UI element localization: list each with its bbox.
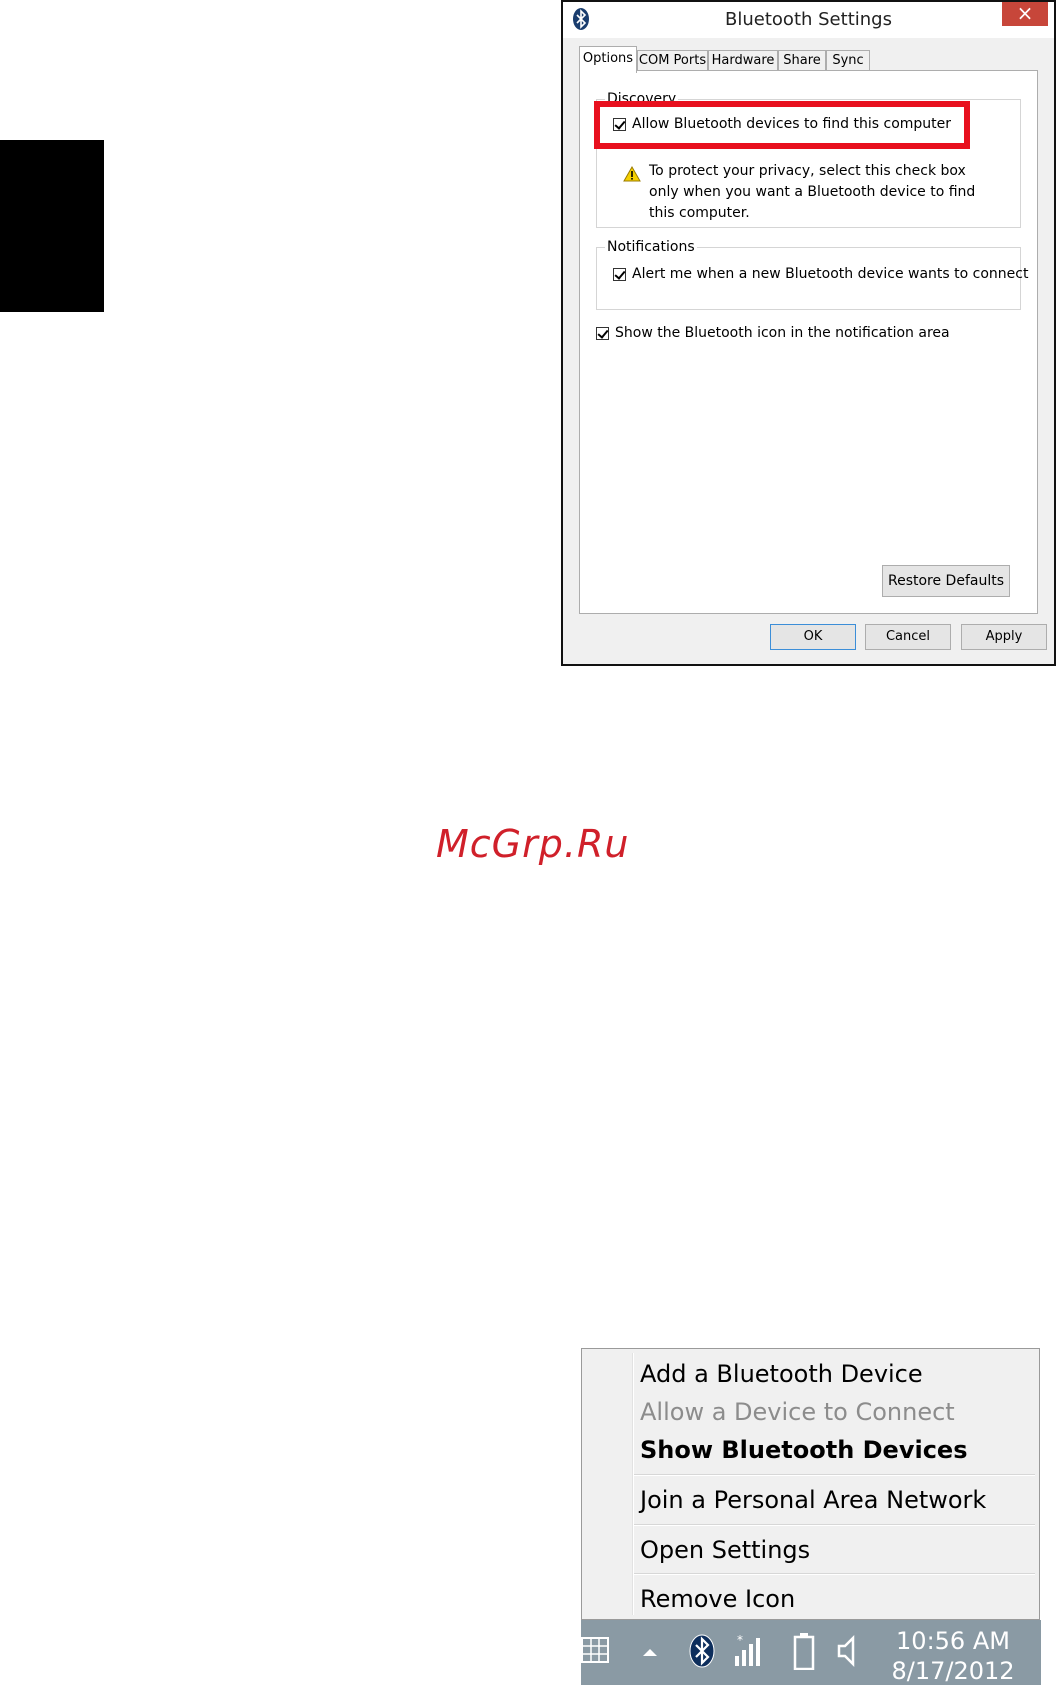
restore-defaults-button[interactable]: Restore Defaults xyxy=(882,565,1010,597)
alert-new-device-checkbox[interactable]: Alert me when a new Bluetooth device wan… xyxy=(613,266,1028,282)
show-hidden-icons-arrow-icon[interactable] xyxy=(641,1646,659,1658)
checkbox-checked[interactable] xyxy=(613,267,626,281)
clock-time: 10:56 AM xyxy=(896,1627,1010,1655)
menu-item-show-devices[interactable]: Show Bluetooth Devices xyxy=(640,1433,968,1467)
battery-icon[interactable] xyxy=(793,1632,815,1670)
warning-icon xyxy=(623,166,641,182)
watermark: McGrp.Ru xyxy=(436,822,630,866)
notifications-group: Notifications Alert me when a new Blueto… xyxy=(596,237,1028,310)
volume-icon[interactable] xyxy=(837,1634,859,1668)
tab-options[interactable]: Options xyxy=(579,46,637,73)
options-panel: Discovery Allow Bluetooth devices to fin… xyxy=(579,70,1038,614)
ok-button[interactable]: OK xyxy=(770,624,856,650)
tab-hardware[interactable]: Hardware xyxy=(708,50,778,72)
highlight-box xyxy=(594,101,970,149)
show-bluetooth-icon-checkbox[interactable]: Show the Bluetooth icon in the notificat… xyxy=(596,325,950,341)
page-edge-tab xyxy=(0,140,104,312)
menu-gutter xyxy=(632,1353,634,1615)
network-signal-icon[interactable]: * xyxy=(733,1632,765,1668)
alert-new-device-label: Alert me when a new Bluetooth device wan… xyxy=(632,266,1029,282)
system-clock[interactable]: 10:56 AM 8/17/2012 xyxy=(873,1626,1033,1686)
bluetooth-context-menu: Add a Bluetooth Device Allow a Device to… xyxy=(581,1348,1040,1620)
taskbar: * 10:56 AM 8/17/2012 xyxy=(581,1620,1041,1685)
menu-item-allow-connect[interactable]: Allow a Device to Connect xyxy=(640,1395,955,1429)
bluetooth-icon[interactable] xyxy=(689,1634,715,1668)
menu-item-remove-icon[interactable]: Remove Icon xyxy=(640,1582,795,1616)
checkbox-checked[interactable] xyxy=(596,326,609,340)
menu-separator xyxy=(634,1474,1035,1476)
title-bar[interactable]: Bluetooth Settings × xyxy=(563,2,1054,38)
tab-sync[interactable]: Sync xyxy=(826,50,870,72)
menu-separator xyxy=(634,1524,1035,1526)
keyboard-icon[interactable] xyxy=(581,1634,611,1666)
menu-item-join-pan[interactable]: Join a Personal Area Network xyxy=(640,1483,986,1517)
tab-share[interactable]: Share xyxy=(778,50,826,72)
show-bluetooth-icon-label: Show the Bluetooth icon in the notificat… xyxy=(615,325,950,341)
dialog-title: Bluetooth Settings xyxy=(725,9,892,30)
tab-com-ports[interactable]: COM Ports xyxy=(637,50,708,72)
cancel-button[interactable]: Cancel xyxy=(865,624,951,650)
privacy-warning-text: To protect your privacy, select this che… xyxy=(649,163,976,221)
menu-item-add-device[interactable]: Add a Bluetooth Device xyxy=(640,1357,923,1391)
clock-date: 8/17/2012 xyxy=(891,1657,1015,1685)
menu-item-open-settings[interactable]: Open Settings xyxy=(640,1533,810,1567)
close-button[interactable]: × xyxy=(1002,2,1048,26)
apply-button[interactable]: Apply xyxy=(961,624,1047,650)
menu-separator xyxy=(634,1573,1035,1575)
notifications-legend: Notifications xyxy=(605,237,697,257)
bluetooth-settings-dialog: Bluetooth Settings × Options COM Ports H… xyxy=(561,0,1056,666)
svg-text:*: * xyxy=(737,1633,743,1647)
